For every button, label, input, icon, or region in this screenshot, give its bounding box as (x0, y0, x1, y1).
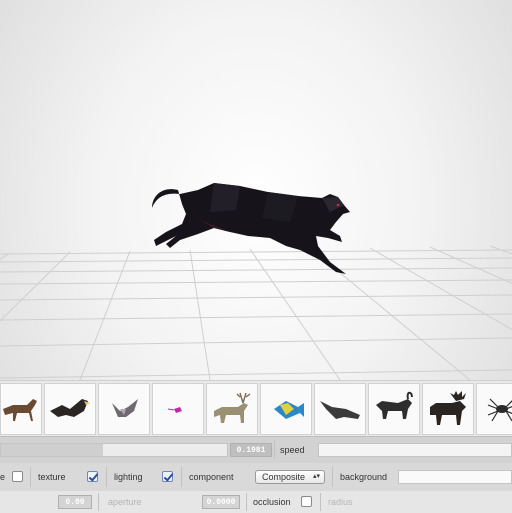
thumb-stag[interactable] (206, 383, 258, 435)
controls-panel: 0.1981 speed e texture lighting componen… (0, 436, 512, 513)
moose-icon (430, 391, 466, 425)
fish-icon (274, 401, 304, 419)
scene-canvas[interactable] (0, 0, 512, 380)
left-value[interactable]: 0.00 (58, 495, 92, 509)
thumb-fish[interactable] (260, 383, 312, 435)
thumb-moose[interactable] (422, 383, 474, 435)
component-select-value: Composite (262, 472, 306, 482)
owl-icon (112, 399, 138, 417)
hummingbird-icon (167, 407, 182, 413)
thumb-hummingbird[interactable] (152, 383, 204, 435)
eye-dot (336, 203, 340, 207)
component-label: component (189, 472, 234, 482)
thumb-horse[interactable] (0, 383, 42, 435)
divider (320, 493, 321, 511)
aperture-value[interactable]: 0.0000 (202, 495, 240, 509)
stag-icon (214, 392, 251, 423)
divider (332, 467, 333, 487)
truncated-label: e (0, 472, 6, 482)
speed-slider-fill (1, 444, 103, 456)
speed-slider[interactable] (0, 443, 228, 457)
divider (274, 441, 275, 459)
3d-viewport[interactable] (0, 0, 512, 380)
thumb-goat[interactable] (368, 383, 420, 435)
lighting-label: lighting (114, 472, 143, 482)
texture-label: texture (38, 472, 66, 482)
horse-icon (3, 399, 37, 421)
background-input[interactable] (398, 470, 512, 484)
thumb-owl[interactable] (98, 383, 150, 435)
thumb-spider[interactable] (476, 383, 512, 435)
divider (181, 467, 182, 487)
divider (30, 467, 31, 487)
occlusion-checkbox[interactable] (301, 496, 312, 507)
background-label: background (340, 472, 388, 482)
speed-row: 0.1981 speed (0, 437, 512, 463)
thumb-eagle[interactable] (44, 383, 96, 435)
ground-grid (0, 245, 512, 380)
divider (106, 467, 107, 487)
speed-input[interactable] (318, 443, 512, 457)
divider (98, 493, 99, 511)
speed-label: speed (280, 445, 305, 455)
lighting-checkbox[interactable] (162, 471, 173, 482)
thumb-crocodile[interactable] (314, 383, 366, 435)
animal-thumbnail-strip (0, 380, 512, 436)
divider (246, 493, 247, 511)
goat-icon (376, 391, 413, 419)
eagle-icon (50, 399, 90, 417)
occlusion-label: occlusion (253, 497, 291, 507)
texture-checkbox[interactable] (87, 471, 98, 482)
effects-row: 0.00 aperture 0.0000 occlusion radius (0, 491, 512, 513)
component-select[interactable]: Composite ▴▾ (255, 470, 325, 484)
aperture-label: aperture (108, 497, 142, 507)
spider-icon (487, 398, 512, 422)
first-option-checkbox[interactable] (12, 471, 23, 482)
crocodile-icon (320, 401, 360, 419)
select-arrows-icon: ▴▾ (312, 473, 320, 480)
speed-value[interactable]: 0.1981 (230, 443, 272, 457)
radius-label: radius (328, 497, 353, 507)
render-options-row: e texture lighting component Composite ▴… (0, 465, 512, 489)
